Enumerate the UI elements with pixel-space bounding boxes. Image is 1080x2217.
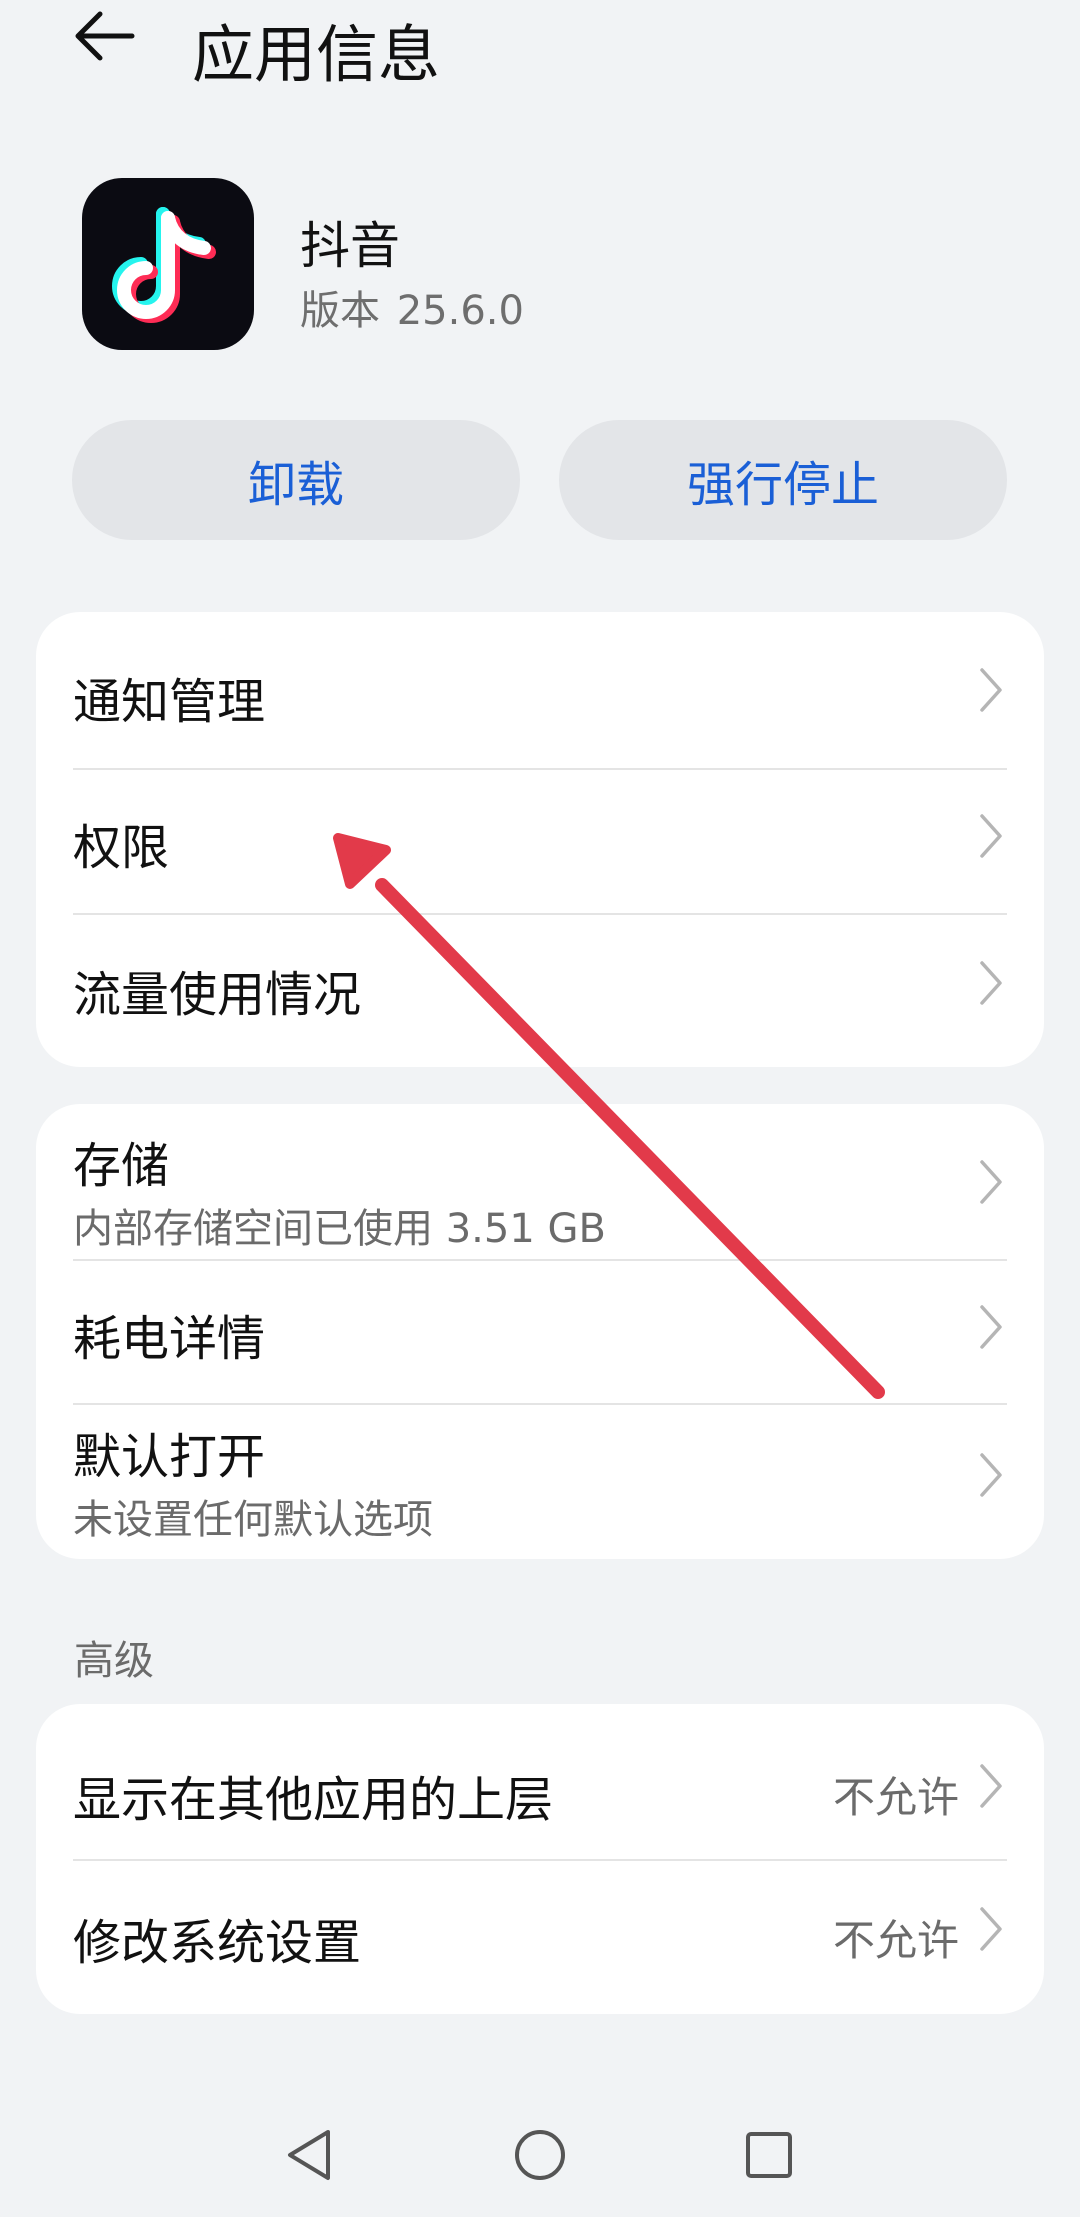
triangle-back-icon xyxy=(288,2130,330,2180)
modify-settings-row[interactable]: 修改系统设置 不允许 xyxy=(36,1861,1044,2014)
overlay-label: 显示在其他应用的上层 xyxy=(73,1772,554,1828)
data-usage-label: 流量使用情况 xyxy=(73,967,362,1023)
overlay-value: 不允许 xyxy=(832,1773,959,1822)
chevron-right-icon xyxy=(980,1907,1002,1951)
modify-settings-value: 不允许 xyxy=(832,1916,959,1965)
nav-recents-button[interactable] xyxy=(734,2120,804,2190)
chevron-right-icon xyxy=(980,1160,1002,1204)
settings-card-storage: 存储 内部存储空间已使用 3.51 GB 耗电详情 默认打开 未设置任何默认选项 xyxy=(36,1104,1044,1559)
nav-home-button[interactable] xyxy=(505,2120,575,2190)
version-label: 版本 xyxy=(300,288,380,334)
storage-label: 存储 xyxy=(73,1138,170,1194)
arrow-left-icon xyxy=(75,11,135,61)
square-recents-icon xyxy=(746,2132,792,2178)
app-info-screen: 应用信息 抖音 版本 25.6.0 卸载 强行停止 通知管理 权限 流量使用情况… xyxy=(0,0,1080,2217)
version-number: 25.6.0 xyxy=(396,288,524,334)
notifications-row[interactable]: 通知管理 xyxy=(36,612,1044,768)
settings-card-advanced: 显示在其他应用的上层 不允许 修改系统设置 不允许 xyxy=(36,1704,1044,2014)
page-title: 应用信息 xyxy=(192,18,441,91)
chevron-right-icon xyxy=(980,1453,1002,1497)
storage-row[interactable]: 存储 内部存储空间已使用 3.51 GB xyxy=(36,1104,1044,1259)
uninstall-button[interactable]: 卸载 xyxy=(72,420,520,540)
default-open-label: 默认打开 xyxy=(73,1429,266,1485)
default-open-row[interactable]: 默认打开 未设置任何默认选项 xyxy=(36,1405,1044,1559)
modify-settings-label: 修改系统设置 xyxy=(73,1915,362,1971)
permissions-label: 权限 xyxy=(73,820,170,876)
tiktok-logo-icon xyxy=(112,207,216,323)
settings-card-general: 通知管理 权限 流量使用情况 xyxy=(36,612,1044,1067)
app-version: 版本 25.6.0 xyxy=(300,278,524,336)
data-usage-row[interactable]: 流量使用情况 xyxy=(36,915,1044,1067)
header: 应用信息 xyxy=(0,0,1080,110)
nav-back-button[interactable] xyxy=(274,2120,344,2190)
overlay-row[interactable]: 显示在其他应用的上层 不允许 xyxy=(36,1704,1044,1859)
battery-label: 耗电详情 xyxy=(73,1311,266,1367)
force-stop-button[interactable]: 强行停止 xyxy=(559,420,1007,540)
chevron-right-icon xyxy=(980,961,1002,1005)
default-open-status: 未设置任何默认选项 xyxy=(73,1497,433,1543)
app-logo xyxy=(82,178,254,350)
chevron-right-icon xyxy=(980,668,1002,712)
storage-usage-text: 内部存储空间已使用 3.51 GB xyxy=(73,1206,606,1252)
battery-row[interactable]: 耗电详情 xyxy=(36,1261,1044,1403)
chevron-right-icon xyxy=(980,1764,1002,1808)
chevron-right-icon xyxy=(980,1305,1002,1349)
back-button[interactable] xyxy=(70,0,150,80)
permissions-row[interactable]: 权限 xyxy=(36,770,1044,913)
notifications-label: 通知管理 xyxy=(73,674,266,730)
app-name: 抖音 xyxy=(300,217,400,275)
section-header-advanced: 高级 xyxy=(74,1638,154,1684)
circle-home-icon xyxy=(515,2130,565,2180)
chevron-right-icon xyxy=(980,814,1002,858)
